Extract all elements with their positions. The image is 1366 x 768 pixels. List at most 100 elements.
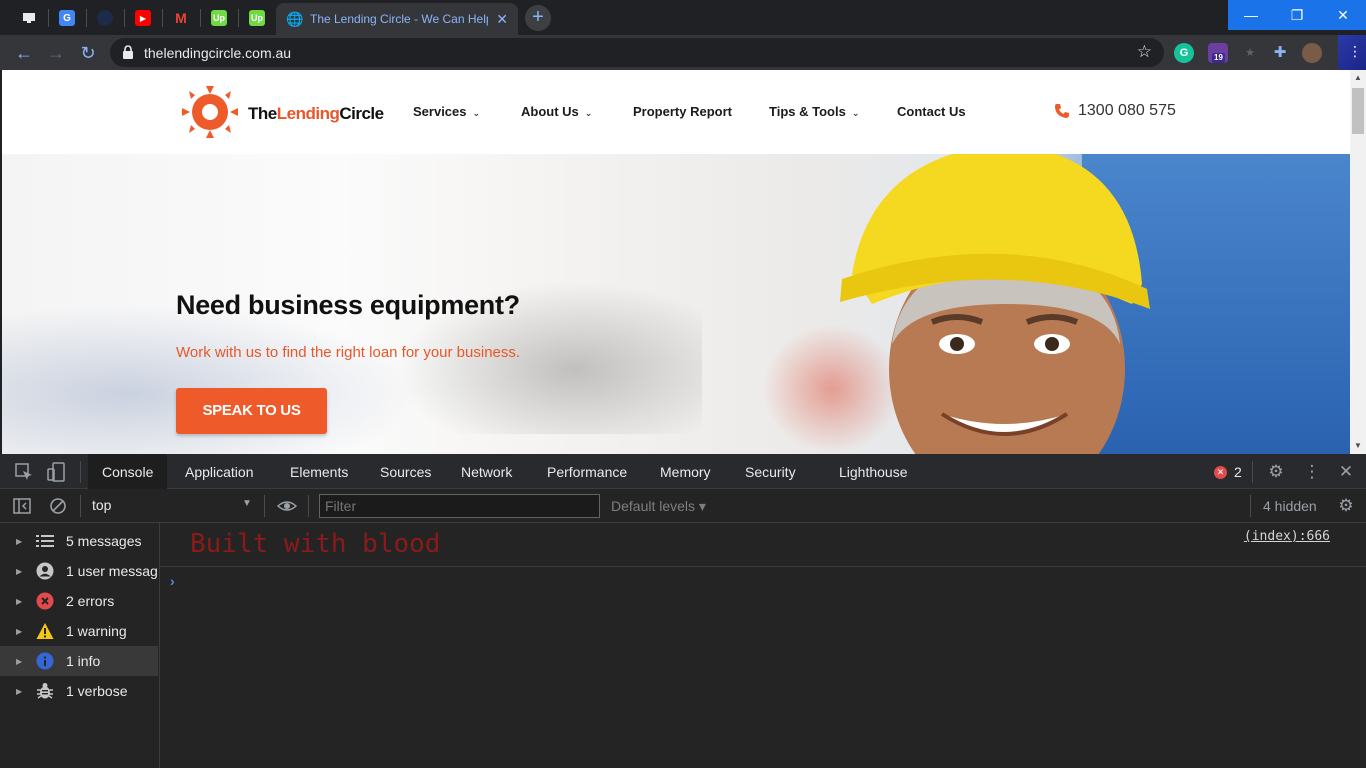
tab-network[interactable]: Network: [447, 454, 526, 489]
tab-performance[interactable]: Performance: [533, 454, 641, 489]
tab-console[interactable]: Console: [88, 454, 168, 489]
phone-icon: [1055, 104, 1069, 118]
close-window-button[interactable]: ✕: [1320, 0, 1366, 30]
pinned-tab-1[interactable]: [10, 4, 48, 32]
extension-icon[interactable]: 19: [1208, 43, 1228, 63]
caret-down-icon[interactable]: ▼: [242, 498, 252, 509]
dark-app-icon: [97, 10, 113, 26]
tab-application[interactable]: Application: [171, 454, 268, 489]
forward-button[interactable]: →: [42, 39, 70, 67]
sidebar-item-errors[interactable]: ▶ 2 errors: [0, 586, 158, 616]
console-filter-bar: top ▼ Default levels ▾ 4 hidden ⚙: [0, 489, 1366, 523]
hero-headline: Need business equipment?: [176, 290, 520, 320]
logo-wordmark: TheLendingCircle: [248, 104, 384, 123]
phone-number: 1300 080 575: [1078, 102, 1176, 119]
settings-gear-icon[interactable]: ⚙: [1266, 462, 1286, 482]
pinned-tab-7[interactable]: Up: [238, 4, 276, 32]
page-scrollbar[interactable]: ▲ ▼: [1350, 70, 1366, 454]
nav-tips-tools[interactable]: Tips & Tools ⌄: [769, 104, 859, 119]
minimize-button[interactable]: —: [1228, 0, 1274, 30]
bookmark-star-icon[interactable]: ☆: [1137, 42, 1152, 62]
context-selector[interactable]: top: [92, 497, 111, 513]
tab-elements[interactable]: Elements: [276, 454, 362, 489]
reload-button[interactable]: ↻: [74, 39, 102, 67]
puzzle-extensions-icon[interactable]: ✚: [1270, 43, 1290, 63]
expand-triangle-icon[interactable]: ▶: [16, 687, 28, 696]
site-header: TheLendingCircle Services ⌄ About Us ⌄ Pro…: [2, 70, 1350, 154]
back-button[interactable]: ←: [10, 39, 38, 67]
expand-triangle-icon[interactable]: ▶: [16, 597, 28, 606]
close-tab-icon[interactable]: ✕: [496, 11, 508, 28]
expand-triangle-icon[interactable]: ▶: [16, 627, 28, 636]
tab-memory[interactable]: Memory: [646, 454, 725, 489]
eye-icon[interactable]: [277, 496, 297, 516]
nav-about-us[interactable]: About Us ⌄: [521, 104, 592, 119]
address-bar[interactable]: thelendingcircle.com.au ☆: [110, 38, 1164, 67]
devtools-panel: Console Application Elements Sources Net…: [0, 454, 1366, 768]
faded-extension-icon[interactable]: ★: [1240, 43, 1260, 63]
speak-to-us-button[interactable]: SPEAK TO US: [176, 388, 327, 434]
tab-lighthouse[interactable]: Lighthouse: [825, 454, 922, 489]
console-log-message: Built with blood: [190, 529, 441, 559]
nav-property-report[interactable]: Property Report: [633, 104, 732, 119]
console-settings-gear-icon[interactable]: ⚙: [1336, 496, 1356, 516]
tab-security[interactable]: Security: [731, 454, 810, 489]
youtube-icon: ▶: [135, 10, 151, 26]
info-icon: [36, 652, 54, 670]
console-sidebar: ▶ 5 messages ▶ 1 user messages ▶ 2 error…: [0, 523, 160, 768]
expand-triangle-icon[interactable]: ▶: [16, 657, 28, 666]
pinned-tab-2[interactable]: G: [48, 4, 86, 32]
error-count-badge[interactable]: ✕ 2: [1214, 464, 1242, 480]
new-tab-button[interactable]: +: [525, 5, 551, 31]
tab-sources[interactable]: Sources: [366, 454, 445, 489]
nav-services[interactable]: Services ⌄: [413, 104, 480, 119]
pinned-tab-6[interactable]: Up: [200, 4, 238, 32]
sidebar-toggle-icon[interactable]: [12, 496, 32, 516]
chevron-down-icon: ⌄: [851, 108, 860, 118]
grammarly-icon[interactable]: G: [1174, 43, 1194, 63]
close-devtools-icon[interactable]: ✕: [1336, 462, 1356, 482]
tab-strip: G ▶ M Up Up 🌐 The Lending Circle - We Ca…: [0, 0, 1366, 35]
scroll-thumb[interactable]: [1352, 88, 1364, 134]
active-tab[interactable]: 🌐 The Lending Circle - We Can Help ✕: [276, 3, 518, 35]
avatar[interactable]: [1302, 43, 1322, 63]
inspect-element-icon[interactable]: [14, 462, 34, 482]
url-text: thelendingcircle.com.au: [144, 45, 292, 61]
console-log-row: Built with blood (index):666: [160, 523, 1366, 567]
error-icon: [36, 592, 54, 610]
pinned-tab-5[interactable]: M: [162, 4, 200, 32]
sidebar-item-verbose[interactable]: ▶ 1 verbose: [0, 676, 158, 706]
kebab-menu-icon[interactable]: ⋮: [1348, 43, 1362, 60]
page-viewport: TheLendingCircle Services ⌄ About Us ⌄ Pro…: [2, 70, 1350, 454]
sidebar-item-info[interactable]: ▶ 1 info: [0, 646, 158, 676]
more-options-icon[interactable]: ⋮: [1302, 462, 1322, 482]
clear-console-icon[interactable]: [48, 496, 68, 516]
sidebar-item-user-messages[interactable]: ▶ 1 user messages: [0, 556, 158, 586]
scroll-up-arrow[interactable]: ▲: [1350, 70, 1366, 86]
site-logo[interactable]: TheLendingCircle: [178, 82, 384, 142]
console-prompt-chevron-icon[interactable]: ›: [170, 573, 175, 589]
pinned-tab-3[interactable]: [86, 4, 124, 32]
menu-area[interactable]: ⋮: [1338, 35, 1366, 70]
console-output: Built with blood (index):666 ›: [160, 523, 1366, 768]
warning-icon: [36, 622, 54, 640]
phone-link[interactable]: 1300 080 575: [1054, 102, 1176, 120]
chevron-down-icon: ⌄: [584, 108, 593, 118]
console-filter-input[interactable]: [319, 494, 600, 518]
default-levels-dropdown[interactable]: Default levels ▾: [611, 498, 706, 515]
hidden-messages-count: 4 hidden: [1263, 498, 1317, 514]
browser-toolbar: ← → ↻ thelendingcircle.com.au ☆ G 19 ★ ✚: [0, 35, 1366, 70]
expand-triangle-icon[interactable]: ▶: [16, 537, 28, 546]
console-log-source-link[interactable]: (index):666: [1244, 529, 1330, 544]
hero-subheadline: Work with us to find the right loan for …: [176, 344, 521, 361]
sidebar-item-warnings[interactable]: ▶ 1 warning: [0, 616, 158, 646]
nav-contact-us[interactable]: Contact Us: [897, 104, 966, 119]
expand-triangle-icon[interactable]: ▶: [16, 567, 28, 576]
sidebar-item-messages[interactable]: ▶ 5 messages: [0, 526, 158, 556]
scroll-down-arrow[interactable]: ▼: [1350, 438, 1366, 454]
bug-icon: [36, 682, 54, 700]
device-toolbar-icon[interactable]: [46, 462, 66, 482]
restore-button[interactable]: ❐: [1274, 0, 1320, 30]
upwork-icon: Up: [211, 10, 227, 26]
pinned-tab-4[interactable]: ▶: [124, 4, 162, 32]
